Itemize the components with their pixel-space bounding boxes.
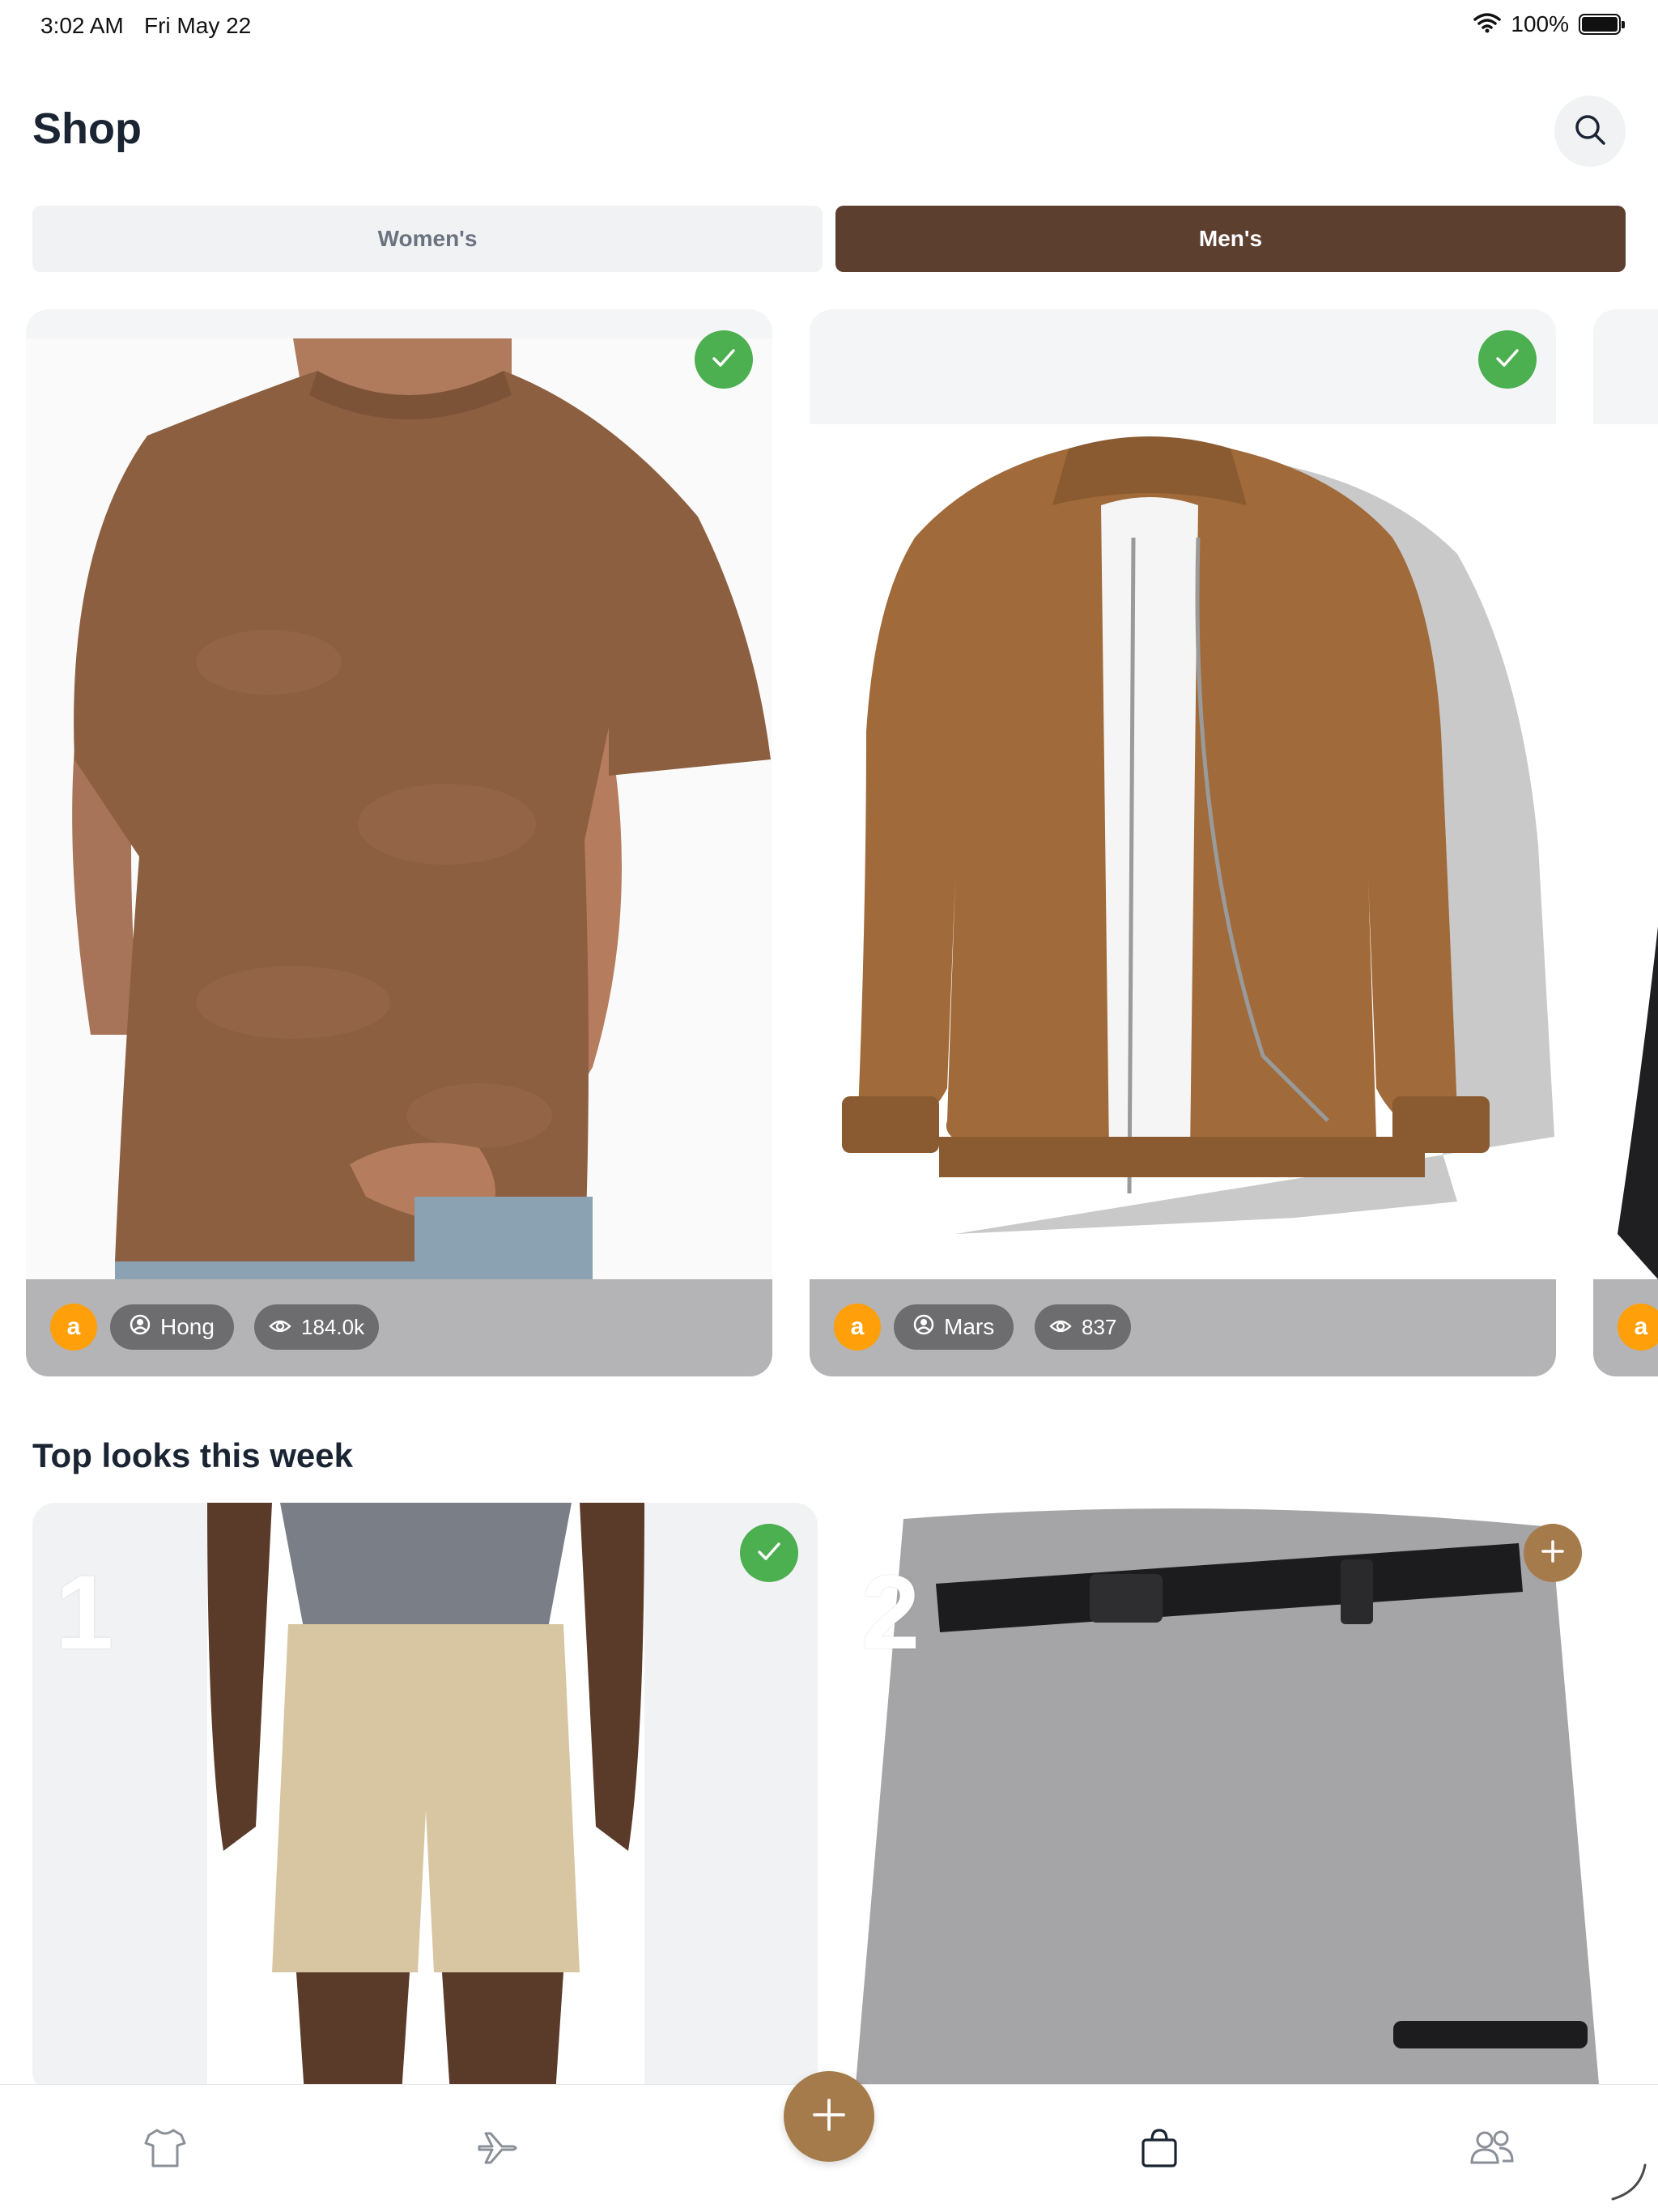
checkmark-icon — [710, 344, 738, 376]
user-icon — [913, 1314, 934, 1341]
views-chip: 837 — [1035, 1304, 1132, 1350]
plus-icon — [811, 2097, 847, 2137]
views-count: 184.0k — [301, 1314, 365, 1339]
product-image-jacket-dark — [1593, 424, 1658, 1279]
battery-percent: 100% — [1511, 11, 1569, 36]
battery-icon — [1579, 14, 1625, 35]
tab-trips[interactable] — [473, 2125, 521, 2174]
page-title: Shop — [32, 104, 142, 153]
checkmark-icon — [1494, 344, 1521, 376]
look-image-shorts — [207, 1503, 644, 2094]
wifi-icon — [1473, 12, 1502, 37]
plane-icon — [474, 2125, 520, 2175]
author-name: Mars — [944, 1314, 995, 1339]
eye-icon — [269, 1315, 291, 1340]
selected-check-badge[interactable] — [740, 1524, 798, 1582]
product-image-tshirt — [26, 338, 772, 1286]
people-icon — [1467, 2125, 1516, 2175]
user-icon — [130, 1314, 151, 1341]
selected-check-badge[interactable] — [695, 330, 753, 389]
bag-icon — [1137, 2125, 1182, 2175]
tab-friends[interactable] — [1467, 2125, 1516, 2174]
product-card[interactable]: a Mars 837 — [810, 309, 1556, 1376]
amazon-icon[interactable]: a — [834, 1304, 881, 1351]
section-title: Top looks this week — [32, 1436, 353, 1474]
amazon-icon[interactable]: a — [1618, 1304, 1658, 1351]
tab-shop[interactable] — [1135, 2125, 1184, 2174]
look-image-grey-shorts — [839, 1503, 1624, 2094]
top-look-card[interactable]: 1 — [32, 1503, 818, 2094]
status-time: 3:02 AM — [40, 13, 124, 38]
author-name: Hong — [160, 1314, 215, 1339]
add-button[interactable] — [784, 2071, 874, 2162]
search-button[interactable] — [1554, 96, 1626, 167]
product-card[interactable]: a Hong 184.0k — [26, 309, 772, 1376]
amazon-icon[interactable]: a — [50, 1304, 97, 1351]
checkmark-icon — [755, 1538, 783, 1569]
rank-number: 1 — [55, 1553, 114, 1671]
product-image-jacket — [810, 424, 1556, 1279]
status-date: Fri May 22 — [144, 13, 252, 38]
search-icon — [1573, 113, 1607, 151]
rank-number: 2 — [861, 1553, 920, 1671]
selected-check-badge[interactable] — [1478, 330, 1537, 389]
tab-mens[interactable]: Men's — [835, 206, 1626, 272]
views-chip: 184.0k — [254, 1304, 380, 1350]
add-look-button[interactable] — [1524, 1524, 1582, 1582]
status-right: 100% — [1473, 11, 1625, 37]
shop-screen: 3:02 AM Fri May 22 100% Shop Women's Men… — [0, 0, 1658, 2212]
product-card[interactable]: a — [1593, 309, 1658, 1376]
status-bar: 3:02 AM Fri May 22 100% — [0, 0, 1658, 53]
tab-womens[interactable]: Women's — [32, 206, 823, 272]
tab-closet[interactable] — [141, 2125, 189, 2174]
views-count: 837 — [1082, 1314, 1117, 1339]
top-look-card[interactable]: 2 — [839, 1503, 1624, 2094]
corner-gesture-indicator — [1608, 2162, 1648, 2202]
eye-icon — [1049, 1315, 1072, 1340]
author-chip[interactable]: Mars — [894, 1304, 1014, 1350]
author-chip[interactable]: Hong — [110, 1304, 234, 1350]
plus-icon — [1540, 1538, 1566, 1568]
shirt-icon — [142, 2125, 188, 2175]
